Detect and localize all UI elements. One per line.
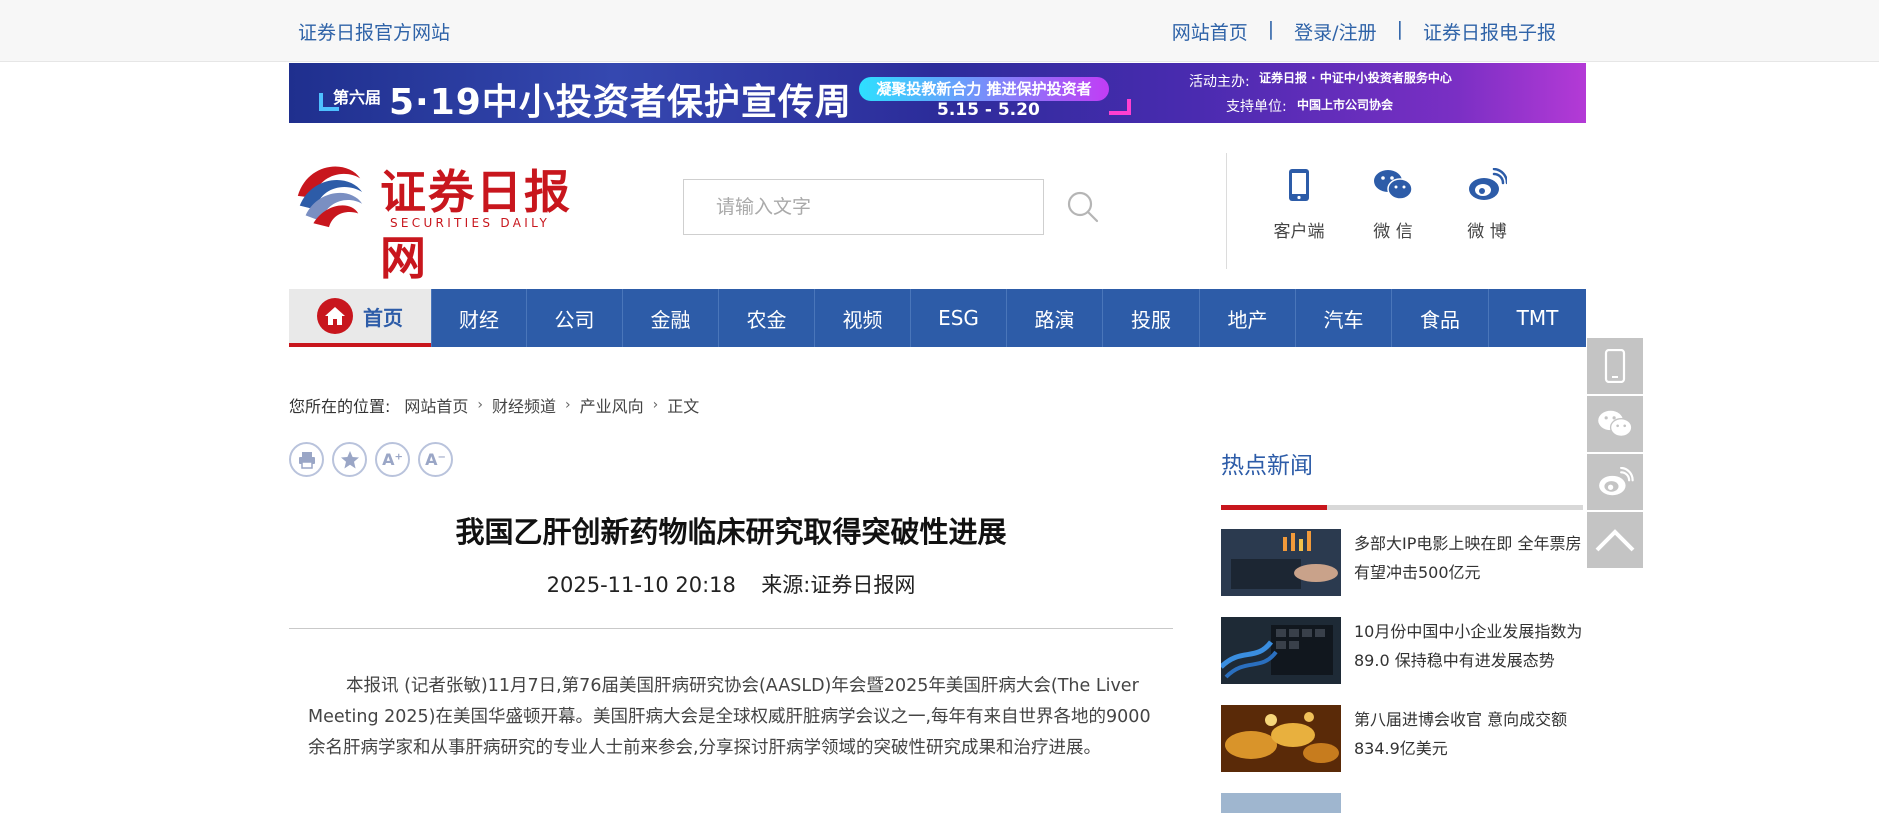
weibo-label: 微 博 <box>1467 222 1507 242</box>
nav-item-esg[interactable]: ESG <box>910 289 1006 347</box>
breadcrumb-industry-trend[interactable]: 产业风向 <box>580 393 644 417</box>
wechat-link[interactable]: 微 信 <box>1364 165 1422 242</box>
e-paper-link[interactable]: 证券日报电子报 <box>1423 18 1556 45</box>
official-site-link[interactable]: 证券日报官方网站 <box>298 18 450 45</box>
hot-news-title: 热点新闻 <box>1221 453 1313 479</box>
banner-dates: 5.15 - 5.20 <box>937 100 1040 120</box>
banner-supporter-label: 支持单位: <box>1226 99 1287 115</box>
list-item[interactable]: 10月份中国中小企业发展指数为89.0 保持稳中有进发展态势 <box>1221 617 1586 684</box>
chevron-right-icon: › <box>477 397 484 413</box>
chevron-right-icon: › <box>652 397 659 413</box>
article-source: 来源:证券日报网 <box>761 573 916 597</box>
nav-home-label: 首页 <box>363 305 403 330</box>
weibo-icon <box>1469 168 1507 200</box>
site-logo[interactable]: 证券日报网 SECURITIES DAILY <box>290 150 590 285</box>
list-item[interactable]: 多部大IP电影上映在即 全年票房有望冲击500亿元 <box>1221 529 1586 596</box>
nav-item-video[interactable]: 视频 <box>814 289 910 347</box>
star-icon <box>340 450 359 468</box>
nav-item-finance[interactable]: 财经 <box>431 289 526 347</box>
article-title: 我国乙肝创新药物临床研究取得突破性进展 <box>455 515 1007 549</box>
top-links: 网站首页 | 登录/注册 | 证券日报电子报 <box>1172 18 1556 45</box>
news-thumbnail[interactable] <box>1221 529 1341 596</box>
breadcrumb: 您所在的位置: 网站首页 › 财经频道 › 产业风向 › 正文 <box>289 393 699 417</box>
article-body: 本报讯 (记者张敏)11月7日,第76届美国肝病研究协会(AASLD)年会暨20… <box>308 676 1151 758</box>
back-to-top-button[interactable] <box>1587 512 1643 568</box>
banner-organizer-label: 活动主办: <box>1189 74 1250 90</box>
breadcrumb-current: 正文 <box>667 397 700 416</box>
print-button[interactable] <box>289 442 324 477</box>
top-bar: 证券日报官方网站 网站首页 | 登录/注册 | 证券日报电子报 <box>0 0 1879 62</box>
nav-item-real-estate[interactable]: 地产 <box>1199 289 1295 347</box>
home-icon <box>317 298 353 334</box>
nav-item-company[interactable]: 公司 <box>526 289 622 347</box>
wechat-icon <box>1598 410 1633 438</box>
banner-edition: 第六届 <box>333 88 382 107</box>
separator: | <box>1396 18 1403 40</box>
logo-text-en: SECURITIES DAILY <box>390 216 551 230</box>
logo-mark-icon <box>291 154 367 230</box>
client-app-link[interactable]: 客户端 <box>1270 165 1328 242</box>
hot-news-link[interactable]: 多部大IP电影上映在即 全年票房有望冲击500亿元 <box>1354 529 1586 596</box>
font-increase-button[interactable]: A⁺ <box>375 442 410 477</box>
float-wechat-button[interactable] <box>1587 396 1643 452</box>
promo-banner[interactable]: 第六届 5·19中小投资者保护宣传周 凝聚投教新合力 推进保护投资者 5.15 … <box>289 63 1586 123</box>
list-item[interactable]: 第八届进博会收官 意向成交额834.9亿美元 <box>1221 705 1586 772</box>
chevron-right-icon: › <box>565 397 571 413</box>
hot-news-link[interactable]: 10月份中国中小企业发展指数为89.0 保持稳中有进发展态势 <box>1354 617 1586 684</box>
home-link[interactable]: 网站首页 <box>1172 18 1248 45</box>
favorite-button[interactable] <box>332 442 367 477</box>
nav-item-home[interactable]: 首页 <box>289 289 431 347</box>
weibo-icon <box>1599 467 1634 496</box>
article-meta: 2025-11-10 20:18 来源:证券日报网 <box>289 569 1173 599</box>
nav-item-auto[interactable]: 汽车 <box>1295 289 1391 347</box>
print-icon <box>298 451 315 469</box>
hot-news-underline <box>1221 505 1583 510</box>
separator: | <box>1267 18 1275 40</box>
back-to-top-icon <box>1595 529 1635 552</box>
breadcrumb-finance-channel[interactable]: 财经频道 <box>492 393 556 417</box>
banner-decoration <box>1109 99 1131 115</box>
main-nav: 首页 财经 公司 金融 农金 视频 ESG 路演 投服 地产 汽车 食品 TMT <box>289 289 1586 347</box>
mobile-icon <box>1604 349 1626 383</box>
nav-item-food[interactable]: 食品 <box>1391 289 1488 347</box>
news-thumbnail[interactable] <box>1221 793 1341 813</box>
banner-supporter-name: 中国上市公司协会 <box>1297 98 1394 112</box>
floating-share-bar <box>1587 338 1643 570</box>
weibo-link[interactable]: 微 博 <box>1458 165 1516 242</box>
breadcrumb-home[interactable]: 网站首页 <box>404 393 468 417</box>
wechat-icon <box>1374 170 1413 200</box>
mobile-icon <box>1289 169 1309 201</box>
float-weibo-button[interactable] <box>1587 454 1643 510</box>
header-divider <box>1226 153 1227 269</box>
search-input[interactable] <box>684 180 1043 234</box>
search-icon <box>1067 191 1099 223</box>
banner-organizer-names: 证券日报 · 中证中小投资者服务中心 <box>1259 71 1452 85</box>
title-divider <box>289 628 1173 629</box>
hot-news-link[interactable]: 第八届进博会收官 意向成交额834.9亿美元 <box>1354 705 1586 772</box>
client-app-label: 客户端 <box>1273 222 1325 242</box>
app-links: 客户端 微 信 微 博 <box>1270 165 1516 242</box>
banner-slogan: 凝聚投教新合力 推进保护投资者 <box>859 77 1109 101</box>
login-register-link[interactable]: 登录/注册 <box>1294 18 1376 45</box>
news-thumbnail[interactable] <box>1221 705 1341 772</box>
nav-item-rural-finance[interactable]: 农金 <box>718 289 814 347</box>
wechat-label: 微 信 <box>1373 222 1413 242</box>
list-item[interactable] <box>1221 793 1586 813</box>
news-thumbnail[interactable] <box>1221 617 1341 684</box>
breadcrumb-lead: 您所在的位置: <box>289 397 391 416</box>
nav-item-investor-service[interactable]: 投服 <box>1102 289 1199 347</box>
search-button[interactable] <box>1066 190 1100 224</box>
nav-item-banking[interactable]: 金融 <box>622 289 718 347</box>
float-mobile-button[interactable] <box>1587 338 1643 394</box>
font-decrease-button[interactable]: A⁻ <box>418 442 453 477</box>
nav-item-tmt[interactable]: TMT <box>1488 289 1586 347</box>
article-datetime: 2025-11-10 20:18 <box>546 573 736 597</box>
hot-news-list: 多部大IP电影上映在即 全年票房有望冲击500亿元 10月份中国中小企业发展指数… <box>1221 529 1586 834</box>
nav-item-roadshow[interactable]: 路演 <box>1006 289 1102 347</box>
search-box <box>683 179 1044 235</box>
banner-headline: 5·19中小投资者保护宣传周 <box>389 82 852 123</box>
article-tools: A⁺ A⁻ <box>289 442 453 477</box>
